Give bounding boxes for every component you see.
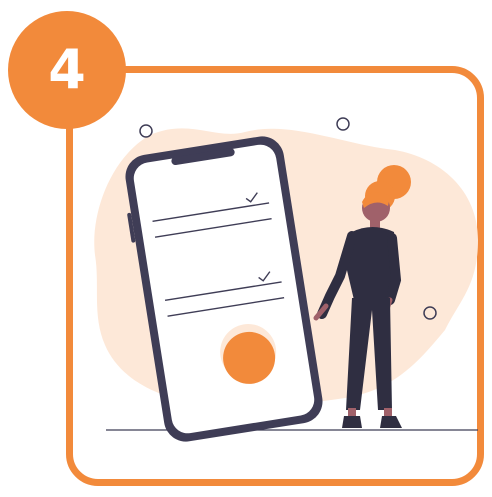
step-number: 4	[48, 38, 86, 101]
decor-circle	[139, 124, 153, 138]
step-badge: 4	[8, 11, 126, 129]
decor-circle	[336, 117, 350, 131]
